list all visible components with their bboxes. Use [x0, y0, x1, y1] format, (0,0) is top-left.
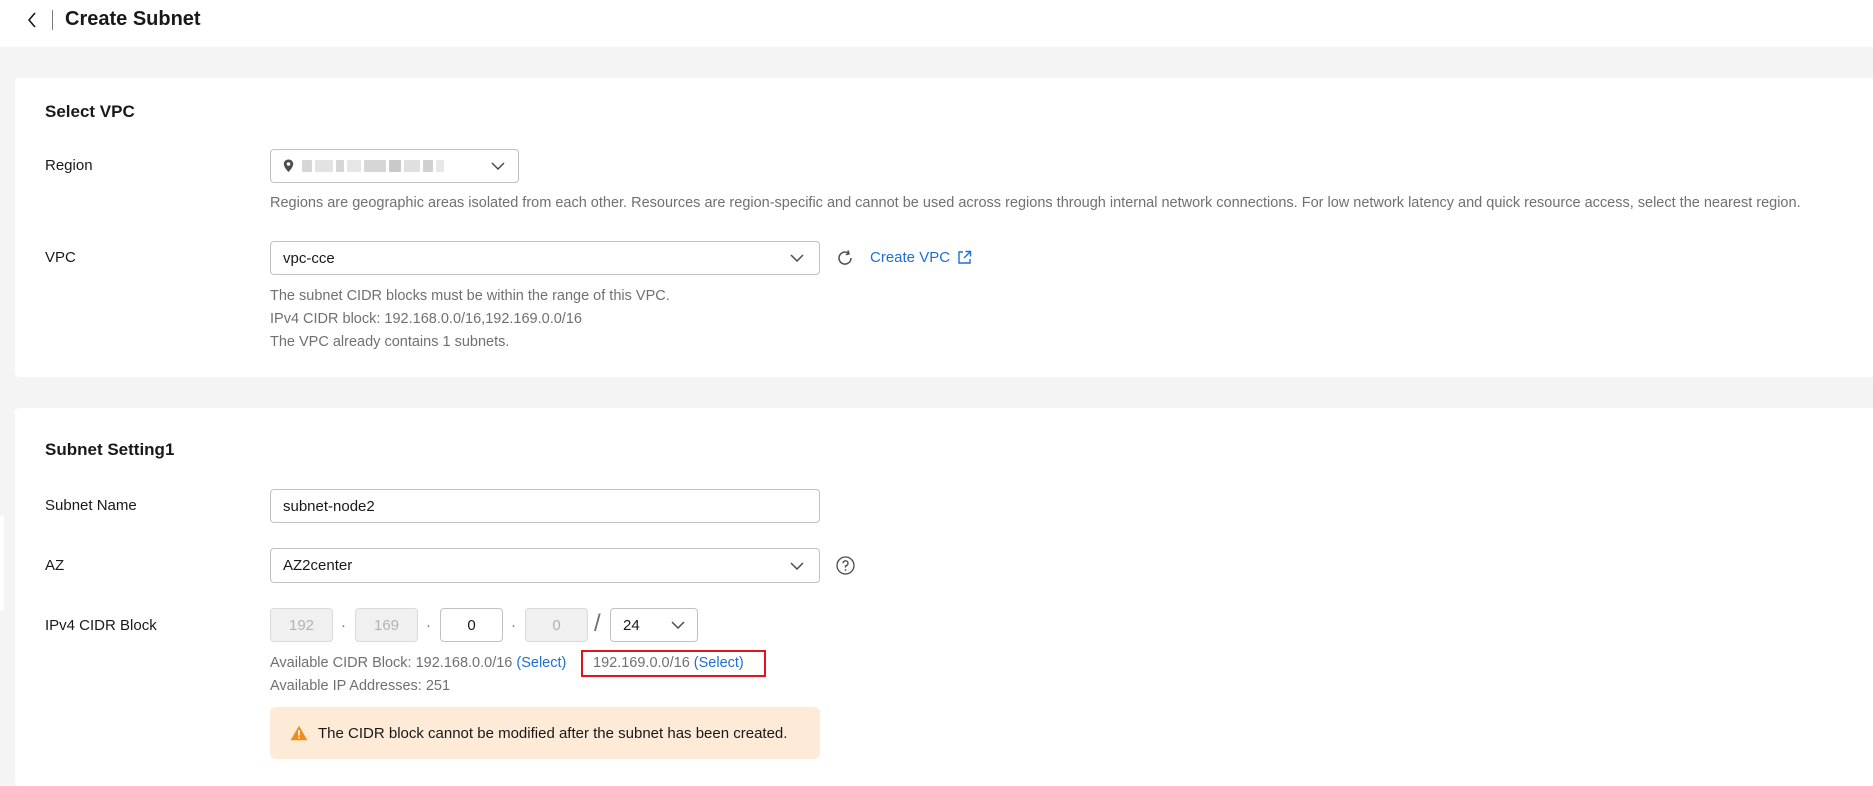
create-vpc-label[interactable]: Create VPC	[870, 249, 950, 266]
select-cidr-1-link[interactable]: (Select)	[516, 655, 566, 671]
az-select[interactable]: AZ2center	[270, 548, 820, 583]
region-label: Region	[45, 157, 93, 174]
title-divider	[52, 10, 53, 30]
select-vpc-card: Select VPC Region Regions are geographic…	[15, 78, 1873, 377]
chevron-down-icon	[478, 150, 518, 182]
page-title: Create Subnet	[65, 8, 201, 30]
region-hint: Regions are geographic areas isolated fr…	[270, 195, 1801, 211]
az-label: AZ	[45, 557, 65, 574]
cidr-octet-4[interactable]: 0	[525, 608, 588, 642]
region-value-blurred	[302, 160, 478, 172]
help-icon[interactable]	[835, 555, 855, 575]
vpc-label: VPC	[45, 249, 76, 266]
cidr-slash: /	[594, 610, 601, 637]
back-arrow-icon[interactable]	[24, 10, 40, 30]
vpc-select[interactable]: vpc-cce	[270, 241, 820, 275]
external-link-icon	[957, 250, 972, 265]
vpc-hint-range: The subnet CIDR blocks must be within th…	[270, 288, 670, 304]
refresh-icon[interactable]	[835, 248, 855, 268]
cidr-dot: ·	[341, 617, 346, 634]
location-pin-icon	[283, 159, 294, 173]
chevron-down-icon	[775, 242, 819, 274]
cidr-octet-2[interactable]: 169	[355, 608, 418, 642]
available-cidr-line: Available CIDR Block: 192.168.0.0/16 (Se…	[270, 655, 566, 671]
warning-icon	[290, 725, 308, 741]
warning-text: The CIDR block cannot be modified after …	[318, 724, 788, 742]
cidr-octet-3[interactable]: 0	[440, 608, 503, 642]
subnet-name-value: subnet-node2	[283, 497, 375, 515]
az-value: AZ2center	[283, 557, 353, 574]
chevron-down-icon	[775, 549, 819, 582]
available-ip-count: Available IP Addresses: 251	[270, 678, 451, 694]
cidr-mask-value: 24	[623, 616, 640, 634]
subnet-name-label: Subnet Name	[45, 497, 137, 514]
vpc-value: vpc-cce	[283, 249, 335, 267]
cidr-mask-select[interactable]: 24	[610, 608, 698, 642]
available-cidr-1: Available CIDR Block: 192.168.0.0/16	[270, 655, 513, 671]
highlight-box	[581, 650, 766, 677]
cidr-dot: ·	[426, 617, 431, 634]
subnet-name-input[interactable]: subnet-node2	[270, 489, 820, 523]
create-vpc-link[interactable]: Create VPC	[870, 249, 972, 266]
vpc-hint-subnet-count: The VPC already contains 1 subnets.	[270, 334, 510, 350]
warning-banner: The CIDR block cannot be modified after …	[270, 707, 820, 759]
section-title-select-vpc: Select VPC	[45, 102, 135, 121]
cidr-dot: ·	[511, 617, 516, 634]
ipv4-cidr-label: IPv4 CIDR Block	[45, 617, 157, 634]
section-title-subnet-setting: Subnet Setting1	[45, 440, 175, 459]
vpc-hint-cidr: IPv4 CIDR block: 192.168.0.0/16,192.169.…	[270, 311, 582, 327]
cidr-octet-1[interactable]: 192	[270, 608, 333, 642]
page-header: Create Subnet	[0, 0, 1873, 47]
side-panel-handle[interactable]	[0, 515, 4, 611]
region-select[interactable]	[270, 149, 519, 183]
chevron-down-icon	[659, 609, 697, 641]
